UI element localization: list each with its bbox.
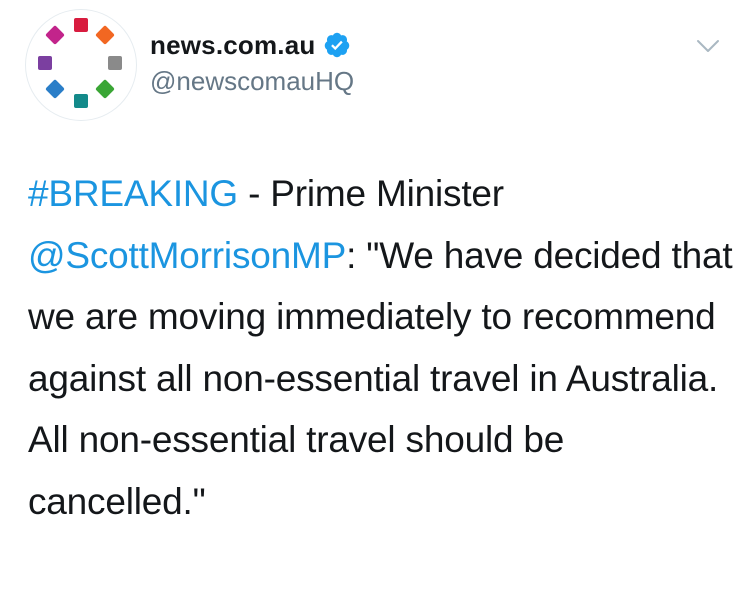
author-handle[interactable]: @newscomauHQ (150, 66, 354, 97)
verified-badge-icon (323, 31, 351, 59)
hashtag-link[interactable]: #BREAKING (28, 173, 238, 214)
tweet-text-part: - Prime Minister (238, 173, 504, 214)
news-com-au-logo-icon (38, 18, 122, 108)
avatar[interactable] (26, 10, 136, 120)
author-name-row[interactable]: news.com.au (150, 28, 351, 62)
author-display-name[interactable]: news.com.au (150, 30, 315, 61)
mention-link[interactable]: @ScottMorrisonMP (28, 235, 346, 276)
tweet-text-part: : "We have decided that we are moving im… (28, 234, 733, 522)
tweet-text: #BREAKING - Prime Minister @ScottMorriso… (28, 163, 738, 532)
chevron-down-icon[interactable] (694, 32, 722, 60)
tweet-card: news.com.au @newscomauHQ #BREAKING - Pri… (0, 0, 750, 600)
